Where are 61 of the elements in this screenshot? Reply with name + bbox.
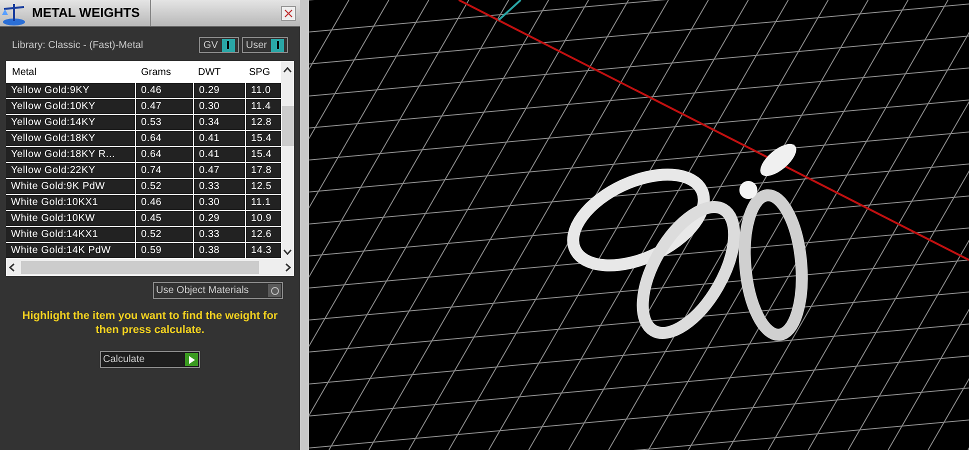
table-cell: 0.41 bbox=[194, 147, 245, 162]
play-icon bbox=[185, 353, 198, 366]
table-cell: 15.4 bbox=[246, 147, 281, 162]
calculate-button[interactable]: Calculate bbox=[100, 351, 200, 368]
table-cell: 14.3 bbox=[246, 243, 281, 258]
table-cell: 11.4 bbox=[246, 99, 281, 114]
table-cell: 11.0 bbox=[246, 83, 281, 98]
table-cell: White Gold:14KX1 bbox=[6, 227, 135, 242]
table-cell: 0.47 bbox=[194, 163, 245, 178]
close-button[interactable] bbox=[281, 6, 296, 20]
table-cell: 0.34 bbox=[194, 115, 245, 130]
toggle-button[interactable]: GV bbox=[199, 37, 239, 53]
column-header[interactable]: Grams bbox=[135, 64, 192, 80]
table-cell: Yellow Gold:18KY bbox=[6, 131, 135, 146]
table-cell: White Gold:14K PdW bbox=[6, 243, 135, 258]
table-cell: Yellow Gold:18KY R... bbox=[6, 147, 135, 162]
table-cell: 0.59 bbox=[136, 243, 193, 258]
table-cell: 0.46 bbox=[136, 83, 193, 98]
table-cell: 0.64 bbox=[136, 131, 193, 146]
table-cell: 0.33 bbox=[194, 227, 245, 242]
table-cell: 0.64 bbox=[136, 147, 193, 162]
toggle-button[interactable]: User bbox=[242, 37, 288, 53]
column-header[interactable]: Metal bbox=[6, 64, 135, 80]
table-cell: 0.52 bbox=[136, 227, 193, 242]
column-header[interactable]: SPG bbox=[243, 64, 278, 80]
window-title: METAL WEIGHTS bbox=[32, 4, 141, 22]
use-object-materials-toggle[interactable]: Use Object Materials bbox=[153, 282, 283, 299]
table-cell: 0.30 bbox=[194, 99, 245, 114]
table-cell: Yellow Gold:14KY bbox=[6, 115, 135, 130]
table-cell: 15.4 bbox=[246, 131, 281, 146]
vertical-scrollbar[interactable] bbox=[281, 61, 294, 259]
table-cell: 0.53 bbox=[136, 115, 193, 130]
table-cell: 0.74 bbox=[136, 163, 193, 178]
table-cell: 0.46 bbox=[136, 195, 193, 210]
scroll-thumb[interactable] bbox=[282, 106, 294, 146]
table-cell: 0.47 bbox=[136, 99, 193, 114]
table-cell: 12.6 bbox=[246, 227, 281, 242]
column-header[interactable]: DWT bbox=[192, 64, 243, 80]
table-cell: 17.8 bbox=[246, 163, 281, 178]
table-cell: White Gold:10KW bbox=[6, 211, 135, 226]
table-cell: 0.29 bbox=[194, 83, 245, 98]
horizontal-scrollbar[interactable] bbox=[6, 259, 294, 276]
table-cell: 10.9 bbox=[246, 211, 281, 226]
table-cell: 0.45 bbox=[136, 211, 193, 226]
table-cell: Yellow Gold:10KY bbox=[6, 99, 135, 114]
library-label: Library: Classic - (Fast)-Metal bbox=[12, 38, 144, 52]
table-cell: 11.1 bbox=[246, 195, 281, 210]
table-cell: Yellow Gold:9KY bbox=[6, 83, 135, 98]
table-cell: 0.30 bbox=[194, 195, 245, 210]
table-cell: 0.33 bbox=[194, 179, 245, 194]
table-cell: 0.52 bbox=[136, 179, 193, 194]
table-cell: White Gold:10KX1 bbox=[6, 195, 135, 210]
table-cell: 0.29 bbox=[194, 211, 245, 226]
table-cell: White Gold:9K PdW bbox=[6, 179, 135, 194]
table-cell: 0.41 bbox=[194, 131, 245, 146]
table-cell: Yellow Gold:22KY bbox=[6, 163, 135, 178]
table-cell: 12.8 bbox=[246, 115, 281, 130]
instruction-text: Highlight the item you want to find the weight for then press calculate. bbox=[21, 309, 279, 337]
close-icon bbox=[284, 8, 293, 18]
table-cell: 0.38 bbox=[194, 243, 245, 258]
table-cell: 12.5 bbox=[246, 179, 281, 194]
